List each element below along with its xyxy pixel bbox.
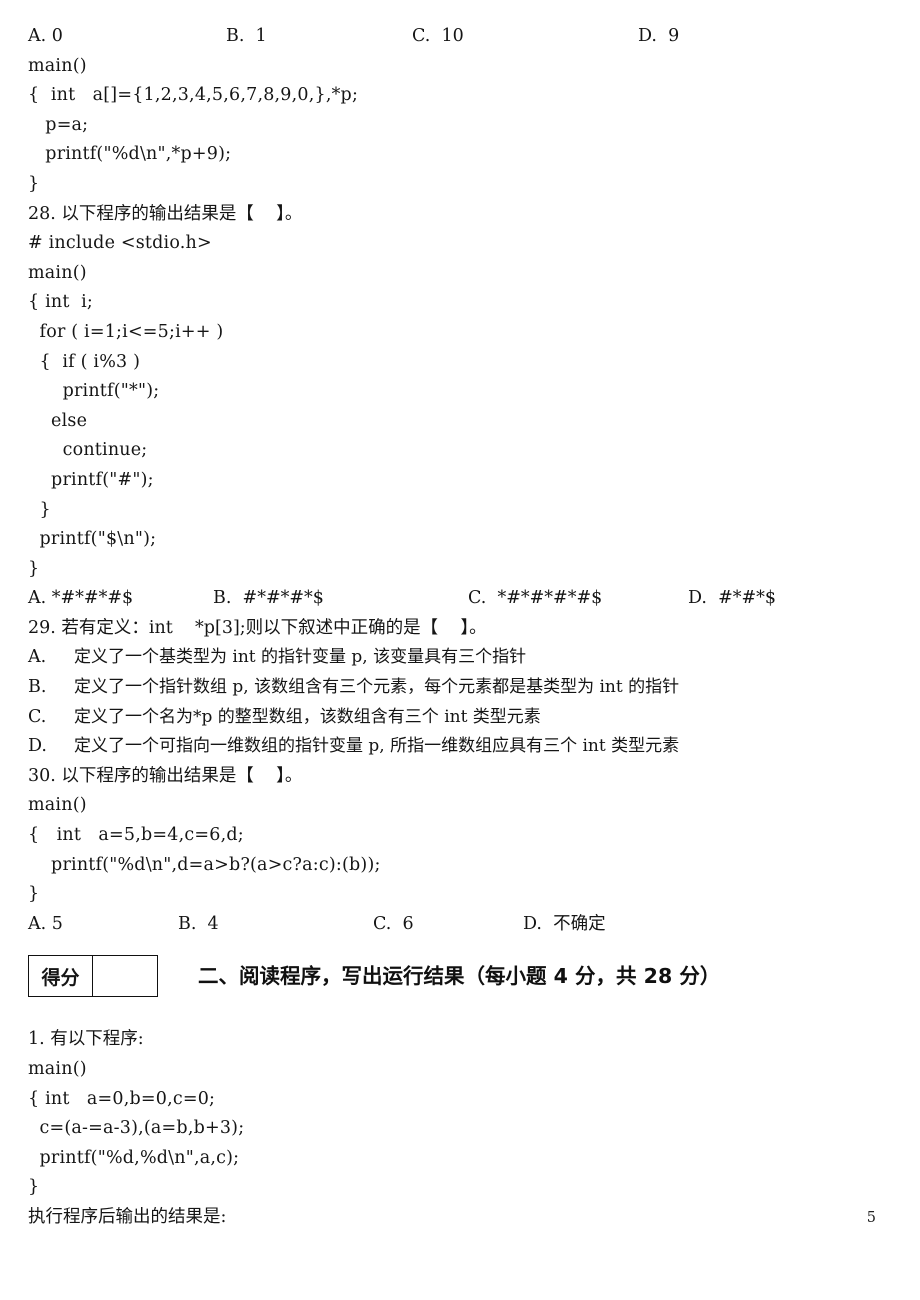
- code-line: main(): [28, 55, 87, 76]
- q28-option-b: B. #*#*#*$: [213, 588, 324, 609]
- code-line: main(): [28, 795, 87, 816]
- code-line: }: [28, 1177, 40, 1198]
- code-line: { int a=5,b=4,c=6,d;: [28, 825, 244, 846]
- q30-stem: 30. 以下程序的输出结果是【 】。: [28, 765, 303, 786]
- reading-q1-prompt: 执行程序后输出的结果是:: [28, 1206, 227, 1227]
- code-line: c=(a-=a-3),(a=b,b+3);: [28, 1118, 245, 1139]
- q27-code-block: main() { int a[]={1,2,3,4,5,6,7,8,9,0,},…: [28, 52, 890, 200]
- choice-tag: A.: [28, 647, 47, 668]
- code-line: else: [28, 410, 88, 431]
- section-two-header: 得分 二、阅读程序，写出运行结果（每小题 4 分，共 28 分）: [28, 955, 890, 1007]
- q30-option-b: B. 4: [178, 913, 219, 934]
- choice-tag: B.: [28, 677, 47, 698]
- code-line: p=a;: [28, 114, 89, 135]
- code-line: for ( i=1;i<=5;i++ ): [28, 321, 224, 342]
- q30-option-d: D. 不确定: [523, 913, 606, 934]
- code-line: printf("*");: [28, 381, 160, 402]
- code-line: { int i;: [28, 292, 94, 313]
- q30-code-block: main() { int a=5,b=4,c=6,d; printf("%d\n…: [28, 791, 890, 909]
- q28-answer-options: A. *#*#*#$ B. #*#*#*$ C. *#*#*#*#$ D. #*…: [28, 584, 890, 614]
- exam-page: A. 0 B. 1 C. 10 D. 9 main() { int a[]={1…: [0, 0, 920, 1300]
- q28-stem: 28. 以下程序的输出结果是【 】。: [28, 203, 303, 224]
- code-line: main(): [28, 262, 87, 283]
- code-line: printf("%d\n",d=a>b?(a>c?a:c):(b));: [28, 854, 381, 875]
- page-number: 5: [866, 1210, 876, 1226]
- q27-option-d: D. 9: [638, 26, 680, 46]
- code-line: printf("$\n");: [28, 529, 157, 550]
- q28-option-c: C. *#*#*#*#$: [468, 588, 603, 609]
- choice-text: 定义了一个指针数组 p, 该数组含有三个元素，每个元素都是基类型为 int 的指…: [74, 677, 680, 698]
- code-line: { if ( i%3 ): [28, 351, 141, 372]
- code-line: printf("%d,%d\n",a,c);: [28, 1147, 240, 1168]
- section-two-title: 二、阅读程序，写出运行结果（每小题 4 分，共 28 分）: [198, 964, 721, 989]
- q30-answer-options: A. 5 B. 4 C. 6 D. 不确定: [28, 910, 890, 940]
- q28-option-d: D. #*#*$: [688, 588, 777, 609]
- q27-option-b: B. 1: [226, 26, 267, 46]
- score-box-label: 得分: [29, 956, 93, 997]
- code-line: # include <stdio.h>: [28, 233, 212, 254]
- choice-text: 定义了一个可指向一维数组的指针变量 p, 所指一维数组应具有三个 int 类型元…: [74, 736, 680, 757]
- score-box: 得分: [28, 955, 158, 998]
- q27-option-c: C. 10: [412, 26, 464, 46]
- q29-choice-b: B. 定义了一个指针数组 p, 该数组含有三个元素，每个元素都是基类型为 int…: [28, 673, 890, 703]
- q30-option-c: C. 6: [373, 913, 414, 934]
- reading-q1-code-block: main() { int a=0,b=0,c=0; c=(a-=a-3),(a=…: [28, 1055, 890, 1203]
- score-box-value[interactable]: [93, 956, 157, 996]
- q30-option-a: A. 5: [28, 913, 63, 934]
- code-line: main(): [28, 1059, 87, 1079]
- reading-q1-stem: 1. 有以下程序:: [28, 1029, 144, 1050]
- code-line: continue;: [28, 440, 148, 461]
- q27-option-a: A. 0: [28, 26, 63, 46]
- q28-code-block: # include <stdio.h> main() { int i; for …: [28, 229, 890, 584]
- choice-text: 定义了一个基类型为 int 的指针变量 p, 该变量具有三个指针: [74, 647, 527, 668]
- q29-choice-d: D. 定义了一个可指向一维数组的指针变量 p, 所指一维数组应具有三个 int …: [28, 732, 890, 762]
- code-line: }: [28, 884, 40, 905]
- code-line: { int a[]={1,2,3,4,5,6,7,8,9,0,},*p;: [28, 85, 359, 106]
- code-line: }: [28, 558, 40, 579]
- q27-answer-options: A. 0 B. 1 C. 10 D. 9: [28, 22, 890, 52]
- choice-tag: D.: [28, 736, 47, 757]
- q29-choice-a: A. 定义了一个基类型为 int 的指针变量 p, 该变量具有三个指针: [28, 643, 890, 673]
- choice-tag: C.: [28, 706, 47, 727]
- code-line: printf("%d\n",*p+9);: [28, 144, 232, 165]
- code-line: { int a=0,b=0,c=0;: [28, 1088, 216, 1109]
- q28-option-a: A. *#*#*#$: [28, 588, 134, 609]
- q29-stem: 29. 若有定义：int *p[3];则以下叙述中正确的是【 】。: [28, 617, 487, 638]
- choice-text: 定义了一个名为*p 的整型数组，该数组含有三个 int 类型元素: [74, 706, 541, 727]
- q29-choice-c: C. 定义了一个名为*p 的整型数组，该数组含有三个 int 类型元素: [28, 703, 890, 733]
- code-line: printf("#");: [28, 469, 154, 490]
- code-line: }: [28, 173, 40, 194]
- code-line: }: [28, 499, 51, 520]
